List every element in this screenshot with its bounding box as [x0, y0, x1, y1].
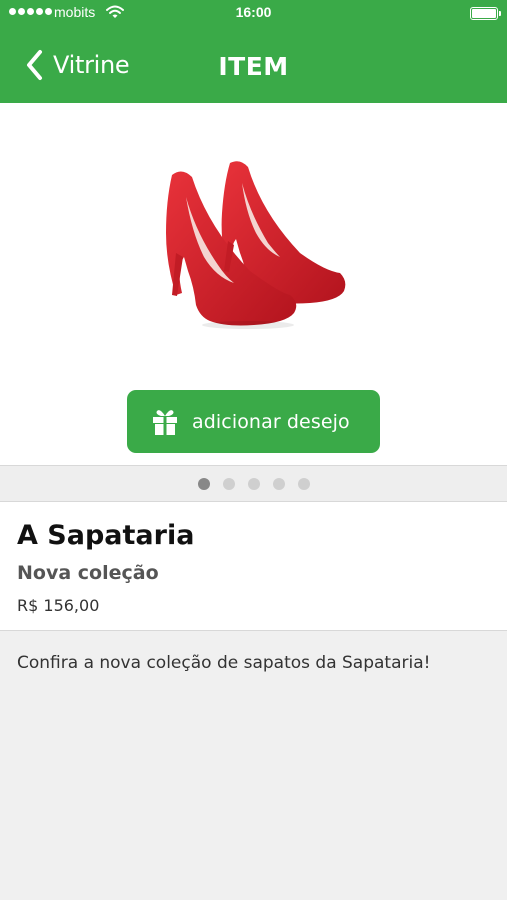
pager-dot[interactable]	[297, 477, 310, 490]
gift-icon	[153, 409, 177, 435]
pager-dot[interactable]	[222, 477, 235, 490]
collection-name: Nova coleção	[17, 562, 159, 584]
product-image-carousel[interactable]: adicionar desejo	[0, 103, 507, 465]
product-description: Confira a nova coleção de sapatos da Sap…	[17, 653, 431, 673]
product-image	[166, 161, 346, 329]
battery-icon	[470, 7, 501, 20]
add-wish-button[interactable]: adicionar desejo	[127, 390, 380, 453]
navigation-bar: Vitrine ITEM	[0, 26, 507, 103]
pager-dot[interactable]	[272, 477, 285, 490]
page-title: ITEM	[218, 52, 289, 81]
product-price: R$ 156,00	[17, 596, 100, 615]
store-name: A Sapataria	[17, 520, 195, 551]
pager-dot-active[interactable]	[197, 477, 210, 490]
add-wish-label: adicionar desejo	[192, 410, 350, 433]
pager-dot[interactable]	[247, 477, 260, 490]
status-bar: mobits 16:00	[0, 0, 507, 26]
status-time: 16:00	[235, 4, 272, 20]
carousel-pager[interactable]	[0, 465, 507, 502]
product-info: A Sapataria Nova coleção R$ 156,00	[0, 502, 507, 631]
